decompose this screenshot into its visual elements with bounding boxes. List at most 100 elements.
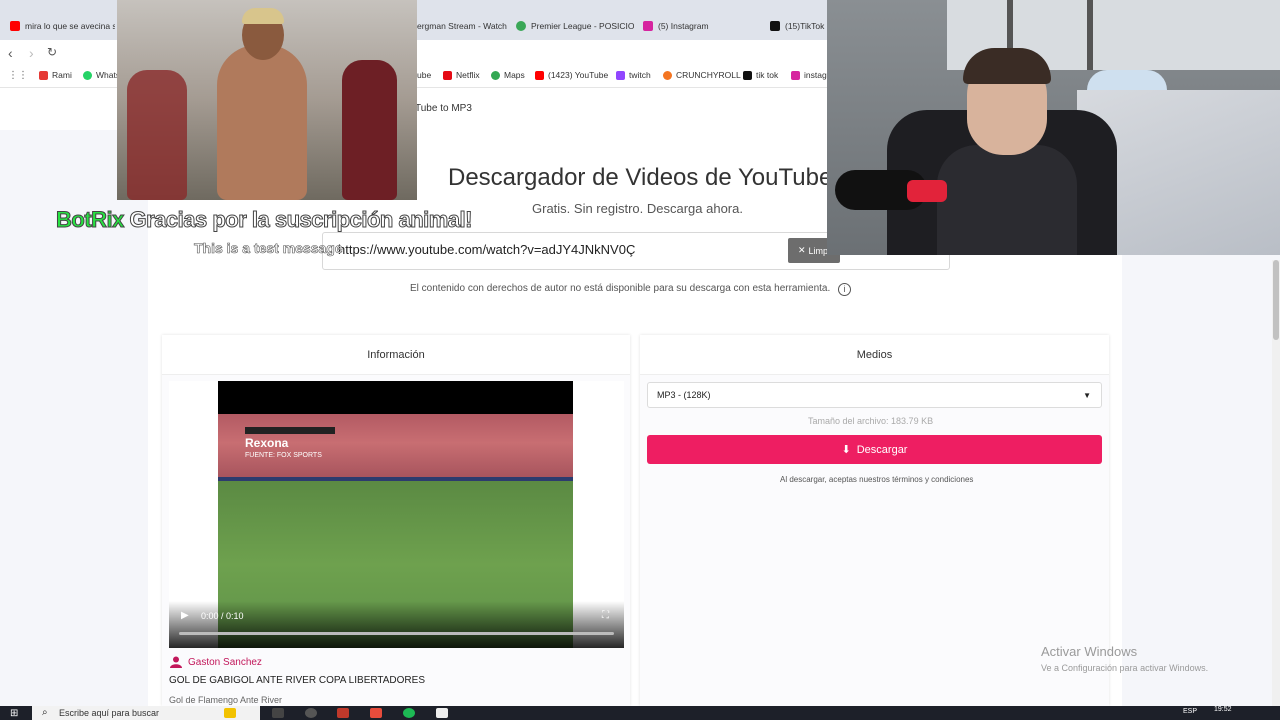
info-card-heading: Información [162, 335, 630, 375]
system-clock[interactable]: 19:52 [1214, 706, 1232, 713]
video-title: GOL DE GABIGOL ANTE RIVER COPA LIBERTADO… [169, 675, 425, 686]
download-icon: ⬇ [841, 444, 851, 456]
bookmark-label: twitch [629, 70, 651, 80]
site-breadcrumb[interactable]: Tube to MP3 [415, 103, 472, 114]
fullscreen-icon[interactable]: ⛶ [602, 610, 609, 621]
bookmark-label: tik tok [756, 70, 779, 80]
bookmark-label: ube [417, 70, 432, 80]
author-name: Gaston Sanchez [188, 656, 262, 668]
brave-icon[interactable] [370, 708, 382, 718]
download-label: Descargar [856, 443, 908, 456]
file-size: Tamaño del archivo: 183.79 KB [808, 416, 934, 426]
bookmark-item[interactable]: instag [791, 70, 827, 80]
bookmark-item[interactable]: Netflix [443, 70, 480, 80]
microphone-light [907, 180, 947, 202]
windows-taskbar: ⊞ ⌕ Escribe aquí para buscar ESP 19:52 [0, 706, 1280, 720]
activation-subtitle: Ve a Configuración para activar Windows. [1041, 663, 1209, 673]
bot-message: Gracias por la suscripción animal! [129, 207, 473, 233]
bookmark-item[interactable]: Maps [491, 70, 525, 80]
url-input[interactable] [338, 242, 778, 257]
windows-start-icon[interactable]: ⊞ [10, 708, 18, 719]
clock-app-icon[interactable] [305, 708, 317, 718]
rexona-brand-overlay: Rexona [245, 436, 289, 450]
task-view-icon[interactable] [272, 708, 284, 718]
video-description: Gol de Flamengo Ante River [169, 695, 283, 705]
page-subtitle: Gratis. Sin registro. Descarga ahora. [532, 201, 743, 216]
player-hair [242, 8, 284, 24]
search-icon: ⌕ [42, 707, 48, 718]
bookmark-label: Netflix [456, 70, 480, 80]
bookmark-item[interactable]: (1423) YouTube [535, 70, 608, 80]
stadium-stands [218, 414, 573, 486]
back-icon[interactable]: ‹ [8, 45, 13, 61]
bookmark-label: Rami [52, 70, 72, 80]
download-button[interactable]: ⬇ Descargar [647, 435, 1102, 464]
bot-name: BotRix [56, 207, 125, 233]
bookmark-label: CRUNCHYROLL [676, 70, 741, 80]
browser-tab[interactable]: mira lo que se avecina si e [10, 14, 115, 38]
page-title: Descargador de Videos de YouTube [448, 164, 833, 191]
recording-app-icon[interactable] [337, 708, 349, 718]
bookmark-item[interactable]: Whats [83, 70, 120, 80]
chevron-down-icon: ▼ [1083, 391, 1091, 400]
bookmark-item[interactable]: Rami [39, 70, 72, 80]
score-bug [245, 427, 335, 434]
webcam-feed [827, 0, 1280, 255]
apps-icon[interactable]: ⋮⋮ [8, 70, 28, 81]
browser-tab[interactable]: ergman Stream - Watch [417, 14, 507, 38]
browser-tab[interactable]: (15)TikTok - [770, 14, 827, 38]
youtube-icon [535, 70, 544, 80]
video-progress-bar[interactable] [179, 632, 614, 635]
crunchyroll-icon [663, 70, 672, 80]
bookmark-icon [39, 70, 48, 80]
forward-icon[interactable]: › [29, 45, 34, 61]
reload-icon[interactable]: ↻ [47, 45, 57, 59]
bot-chat-alert: BotRix Gracias por la suscripción animal… [56, 207, 473, 233]
keyboard-language[interactable]: ESP [1183, 708, 1197, 715]
bookmark-item[interactable]: tik tok [743, 70, 778, 80]
test-message: This is a test message [194, 240, 343, 257]
streamer-body [937, 145, 1077, 255]
terms-note: Al descargar, aceptas nuestros términos … [780, 475, 974, 484]
window-frame [1087, 0, 1093, 70]
overlay-football-photo [117, 0, 417, 200]
scrollbar-thumb[interactable] [1273, 260, 1279, 340]
play-icon[interactable]: ▶ [181, 610, 189, 621]
tab-label: mira lo que se avecina si e [25, 21, 115, 31]
instagram-icon [643, 21, 653, 31]
tab-label: (5) Instagram [658, 21, 709, 31]
video-player[interactable]: Rexona FUENTE: FOX SPORTS ▶ 0:00 / 0:10 … [169, 381, 624, 648]
twitch-icon [616, 70, 625, 80]
youtube-icon [10, 21, 20, 31]
tab-label: Premier League - POSICIO [531, 21, 634, 31]
user-icon [170, 656, 182, 668]
netflix-icon [443, 70, 452, 80]
bookmark-item[interactable]: ube [417, 70, 431, 80]
browser-tab[interactable]: Premier League - POSICIO [516, 14, 634, 38]
bookmark-label: (1423) YouTube [548, 70, 609, 80]
page-scrollbar[interactable] [1272, 260, 1280, 706]
windows-activation-watermark: Activar Windows Ve a Configuración para … [1041, 644, 1208, 673]
bookmark-item[interactable]: twitch [616, 70, 651, 80]
tiktok-icon [770, 21, 780, 31]
browser-tab[interactable]: (5) Instagram [643, 14, 763, 38]
background-player [342, 60, 397, 200]
video-time: 0:00 / 0:10 [201, 611, 244, 621]
bookmark-item[interactable]: CRUNCHYROLL [663, 70, 741, 80]
taskbar-search-placeholder: Escribe aquí para buscar [59, 708, 160, 718]
maps-icon [491, 70, 500, 80]
bookmark-label: Maps [504, 70, 525, 80]
weather-icon[interactable] [224, 708, 236, 718]
video-author[interactable]: Gaston Sanchez [170, 656, 262, 668]
close-icon: ✕ [797, 245, 806, 255]
info-icon[interactable]: i [838, 283, 851, 296]
spotify-icon[interactable] [403, 708, 415, 718]
copyright-note: El contenido con derechos de autor no es… [410, 283, 831, 294]
streamer-hair [963, 48, 1051, 84]
format-select[interactable]: MP3 - (128K) ▼ [647, 382, 1102, 408]
bookmark-label: instag [804, 70, 827, 80]
activation-title: Activar Windows [1041, 644, 1138, 659]
streamlabs-icon[interactable] [436, 708, 448, 718]
fox-sports-overlay: FUENTE: FOX SPORTS [245, 452, 322, 459]
tab-label: (15)TikTok - [785, 21, 827, 31]
